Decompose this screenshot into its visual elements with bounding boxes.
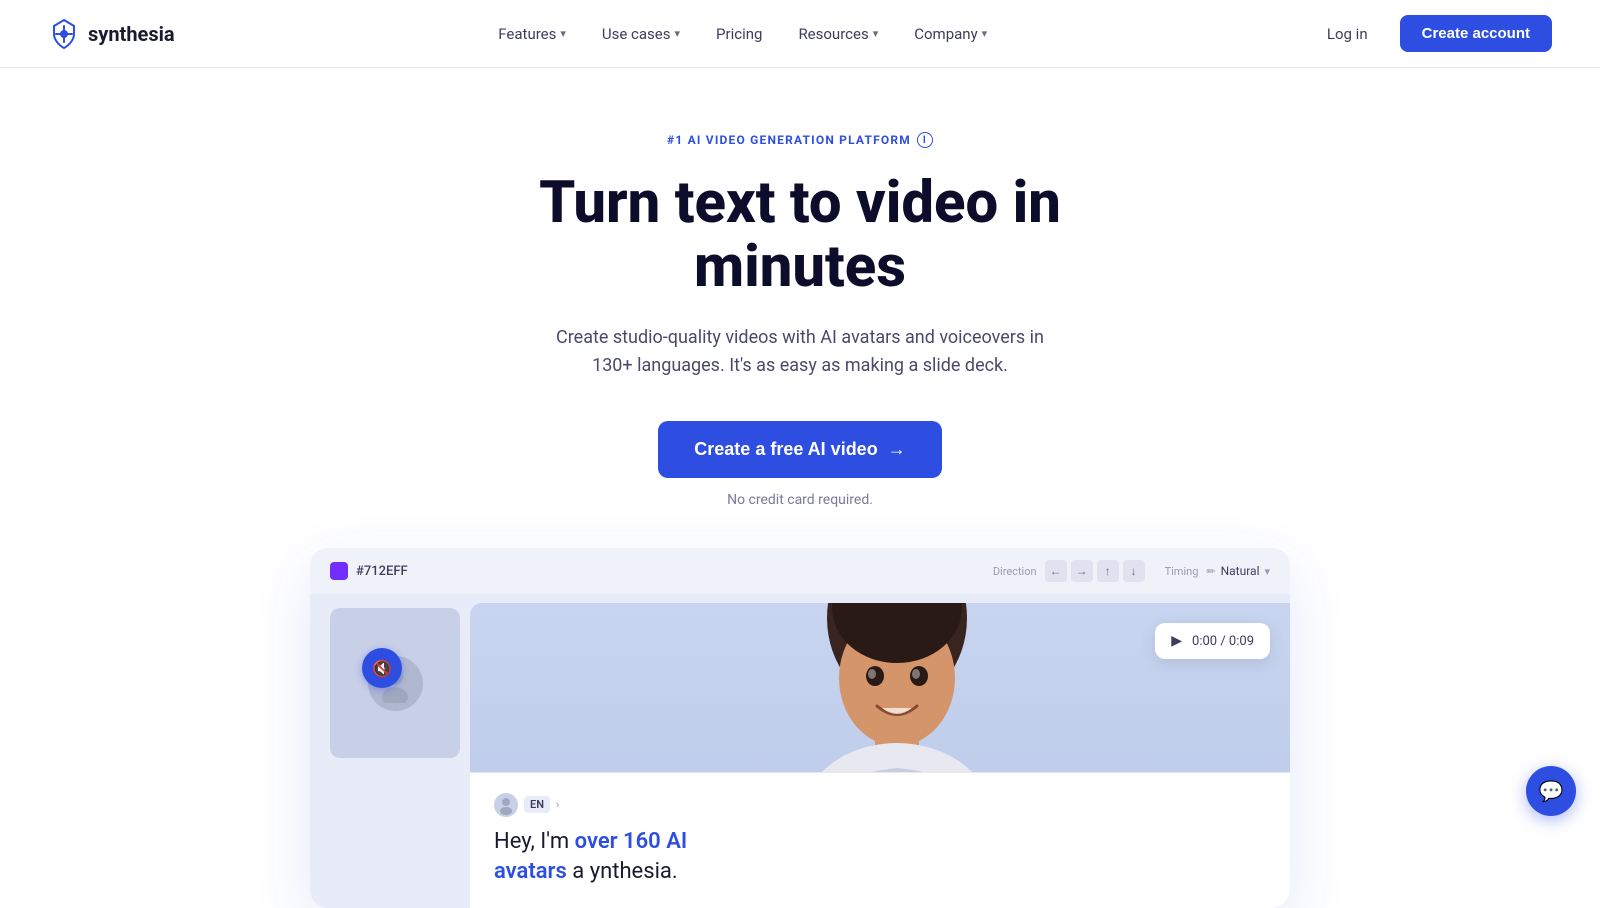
video-player[interactable]: ▶ 0:00 / 0:09 [1155, 623, 1270, 659]
color-hex-label: #712EFF [356, 564, 408, 579]
navbar: synthesia Features ▾ Use cases ▾ Pricing… [0, 0, 1600, 68]
nav-resources[interactable]: Resources ▾ [784, 17, 892, 51]
avatar-small-icon [496, 795, 516, 815]
badge-info-icon[interactable]: i [917, 132, 933, 148]
arrow-up-button[interactable]: ↑ [1097, 560, 1119, 582]
logo-text: synthesia [88, 22, 175, 46]
direction-label: Direction [993, 565, 1037, 578]
demo-video-area: ▶ 0:00 / 0:09 EN › Hey, I'm [470, 603, 1290, 908]
chevron-down-icon: ▾ [982, 27, 988, 40]
transcript-highlight2: avatars [494, 859, 567, 884]
demo-container: #712EFF Direction ← → ↑ ↓ Timing ✏ [310, 548, 1290, 908]
timing-value: ✏ Natural ▾ [1206, 564, 1270, 578]
hero-section: #1 AI VIDEO GENERATION PLATFORM i Turn t… [0, 68, 1600, 548]
timing-control: Timing ✏ Natural ▾ [1165, 564, 1270, 578]
lang-avatar [494, 793, 518, 817]
direction-arrows: ← → ↑ ↓ [1045, 560, 1145, 582]
chevron-down-icon: ▾ [560, 27, 566, 40]
chevron-down-icon: ▾ [675, 27, 681, 40]
logo-icon [48, 18, 80, 50]
nav-auth: Log in Create account [1311, 15, 1552, 52]
language-badge: EN [524, 796, 550, 813]
color-swatch: #712EFF [330, 562, 408, 580]
nav-use-cases[interactable]: Use cases ▾ [588, 17, 694, 51]
nav-pricing[interactable]: Pricing [702, 17, 776, 51]
logo-link[interactable]: synthesia [48, 18, 175, 50]
transcript-lang: EN › [494, 793, 1266, 817]
transcript-end: ynthesia. [590, 859, 678, 884]
transcript-partial: Hey, I'm [494, 829, 569, 854]
nav-company[interactable]: Company ▾ [900, 17, 1001, 51]
arrow-left-button[interactable]: ← [1045, 560, 1067, 582]
arrow-right-icon: → [888, 439, 906, 460]
mute-button[interactable]: 🔇 [362, 648, 402, 688]
login-button[interactable]: Log in [1311, 17, 1384, 51]
transcript-text: Hey, I'm over 160 AI avatars a ynthesia. [494, 827, 1266, 889]
transcript-highlight1: over 160 AI [575, 829, 688, 854]
direction-control: Direction ← → ↑ ↓ [993, 560, 1145, 582]
chevron-down-icon: ▾ [873, 27, 879, 40]
chevron-right-icon: › [556, 798, 559, 811]
nav-features[interactable]: Features ▾ [484, 17, 580, 51]
cta-button[interactable]: Create a free AI video → [658, 421, 941, 478]
create-account-button[interactable]: Create account [1400, 15, 1552, 52]
timing-label: Timing [1165, 565, 1199, 578]
nav-links: Features ▾ Use cases ▾ Pricing Resources… [484, 17, 1001, 51]
arrow-down-button[interactable]: ↓ [1123, 560, 1145, 582]
player-time: 0:00 / 0:09 [1192, 634, 1254, 649]
demo-wrapper: #712EFF Direction ← → ↑ ↓ Timing ✏ [290, 548, 1310, 908]
transcript-suffix: a [572, 859, 584, 884]
chat-icon: 💬 [1539, 779, 1564, 803]
hero-subtitle: Create studio-quality videos with AI ava… [540, 324, 1060, 382]
cta-label: Create a free AI video [694, 439, 877, 460]
cta-note: No credit card required. [727, 492, 873, 508]
demo-controls: Direction ← → ↑ ↓ Timing ✏ Natural ▾ [993, 560, 1270, 582]
arrow-right-button[interactable]: → [1071, 560, 1093, 582]
demo-top-bar: #712EFF Direction ← → ↑ ↓ Timing ✏ [310, 548, 1290, 594]
hero-badge: #1 AI VIDEO GENERATION PLATFORM i [667, 132, 933, 148]
mute-icon: 🔇 [372, 659, 392, 678]
color-box [330, 562, 348, 580]
play-icon: ▶ [1171, 633, 1182, 649]
hero-title: Turn text to video in minutes [450, 172, 1150, 300]
chat-button[interactable]: 💬 [1526, 766, 1576, 816]
